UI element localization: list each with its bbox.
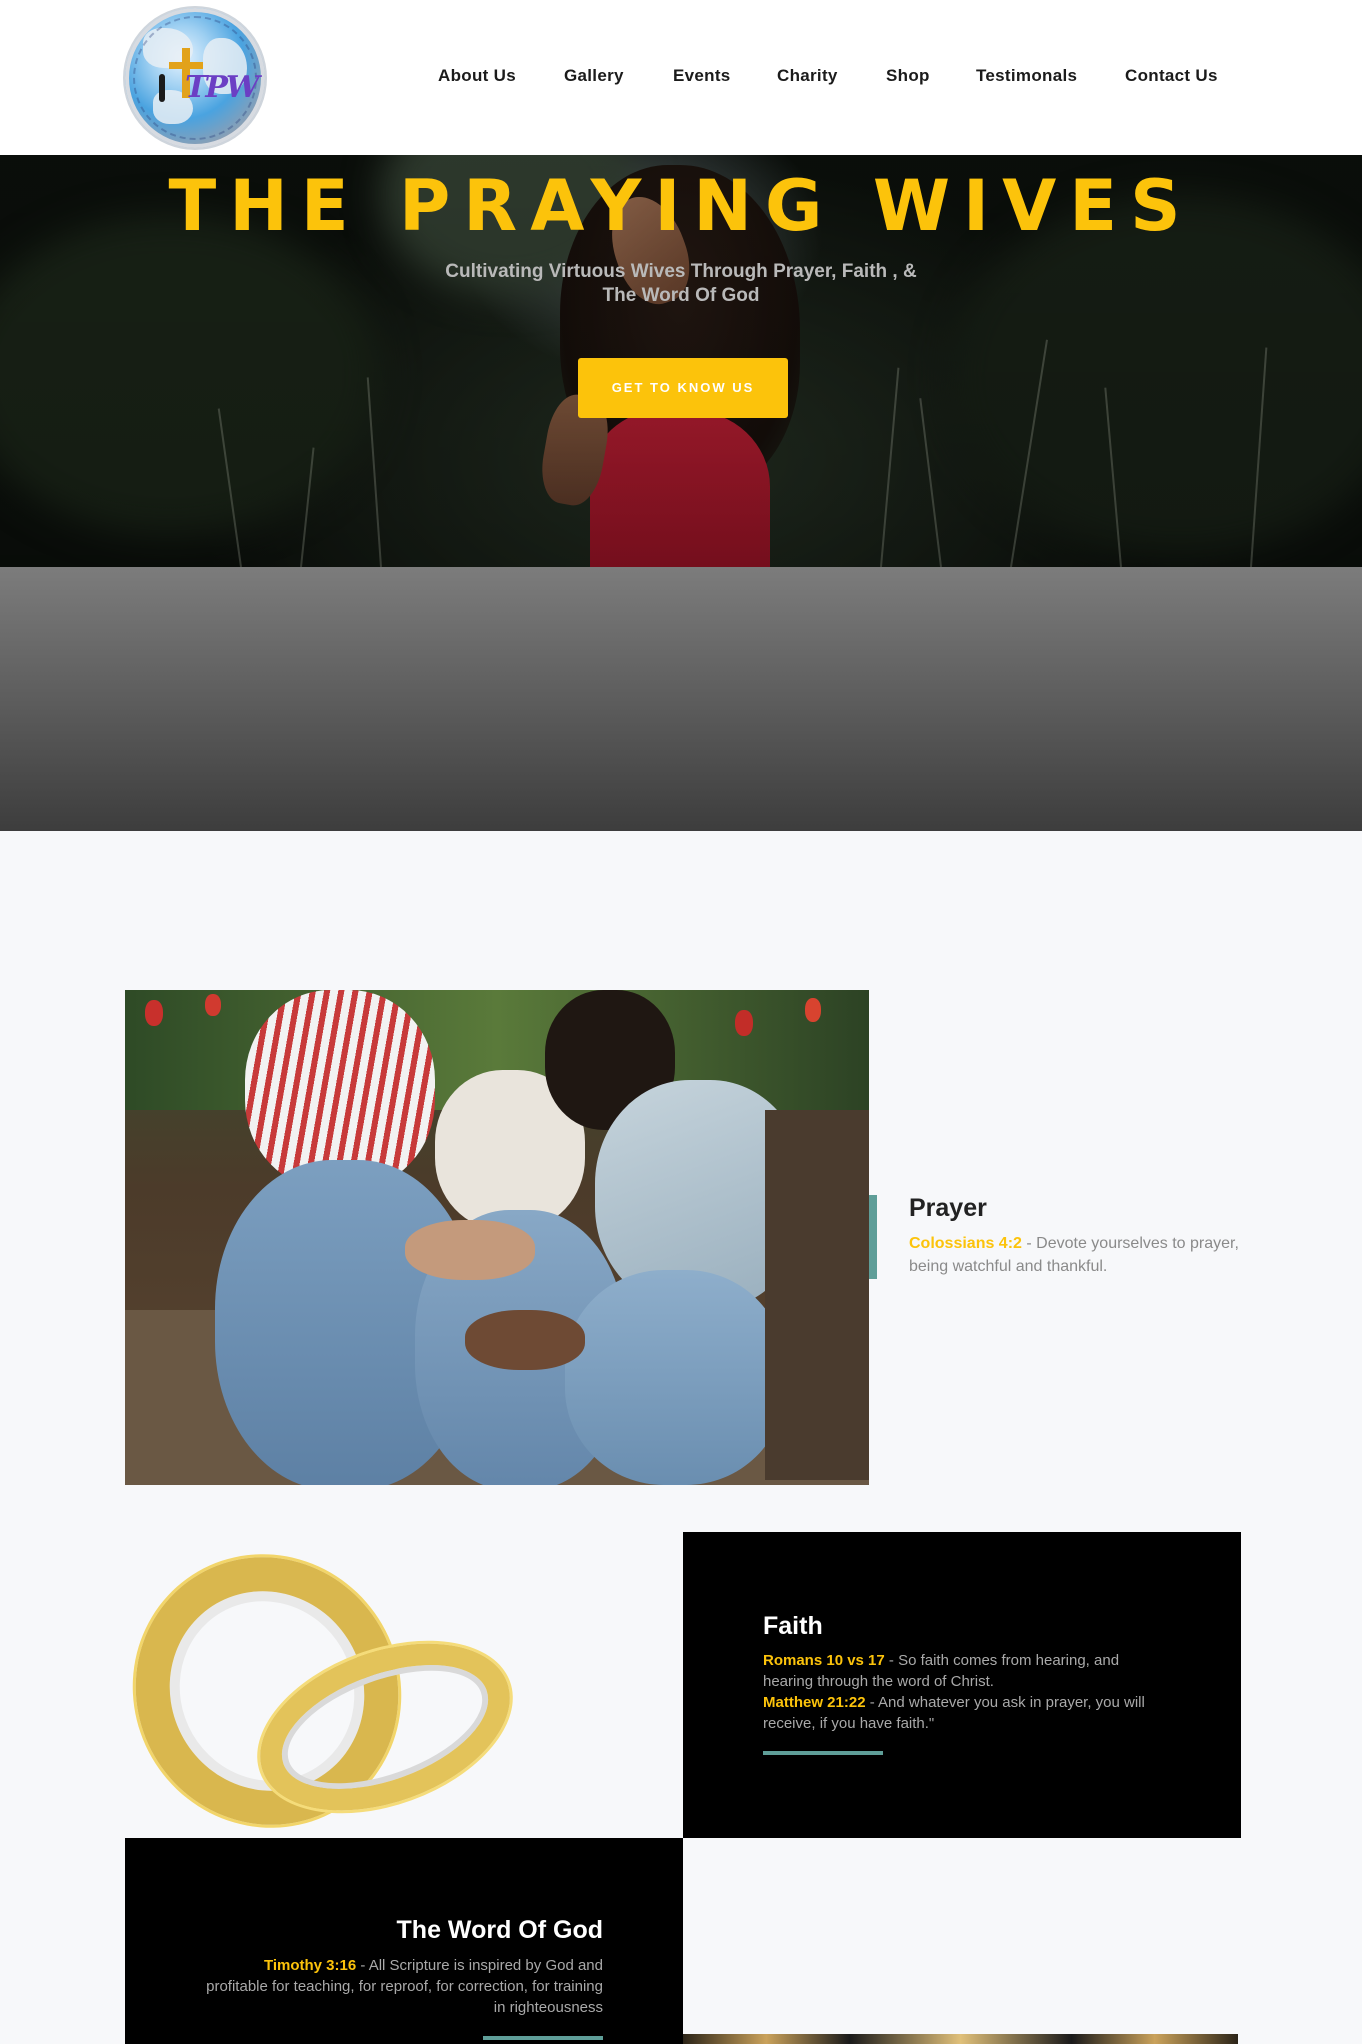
word-verse: Timothy 3:16 - All Scripture is inspired… xyxy=(203,1955,603,2018)
hero-title: THE PRAYING WIVES xyxy=(168,165,1194,247)
faith-accent-line xyxy=(763,1751,883,1755)
nav-events[interactable]: Events xyxy=(673,66,731,86)
faith-title: Faith xyxy=(763,1612,823,1640)
nav-about-us[interactable]: About Us xyxy=(438,66,516,86)
nav-testimonals[interactable]: Testimonals xyxy=(976,66,1077,86)
prayer-title: Prayer xyxy=(909,1194,987,1222)
faith-verse-ref-1: Romans 10 vs 17 xyxy=(763,1652,885,1669)
prayer-verse: Colossians 4:2 - Devote yourselves to pr… xyxy=(909,1232,1239,1278)
nav-shop[interactable]: Shop xyxy=(886,66,930,86)
faith-verses: Romans 10 vs 17 - So faith comes from he… xyxy=(763,1650,1163,1734)
word-of-god-panel: The Word Of God Timothy 3:16 - All Scrip… xyxy=(125,1838,683,2044)
nav-gallery[interactable]: Gallery xyxy=(564,66,624,86)
word-verse-ref: Timothy 3:16 xyxy=(263,1957,357,1974)
grey-divider-band xyxy=(0,567,1362,831)
hero-subtitle: Cultivating Virtuous Wives Through Praye… xyxy=(445,261,917,306)
get-to-know-us-button[interactable]: GET TO KNOW US xyxy=(578,358,788,418)
word-title: The Word Of God xyxy=(396,1916,603,1944)
prayer-accent-bar xyxy=(869,1195,877,1279)
faith-verse-ref-2: Matthew 21:22 xyxy=(763,1694,866,1711)
nav-contact-us[interactable]: Contact Us xyxy=(1125,66,1218,86)
main-nav: About Us Gallery Events Charity Shop Tes… xyxy=(0,66,1362,90)
faith-panel: Faith Romans 10 vs 17 - So faith comes f… xyxy=(683,1532,1241,1838)
site-header: TPW About Us Gallery Events Charity Shop… xyxy=(0,0,1362,155)
bible-image-edge xyxy=(683,2034,1238,2044)
prayer-photo xyxy=(125,990,869,1485)
wedding-rings-image xyxy=(86,1509,683,1873)
word-accent-line xyxy=(483,2036,603,2040)
nav-charity[interactable]: Charity xyxy=(777,66,838,86)
hero-banner: THE PRAYING WIVES Cultivating Virtuous W… xyxy=(0,155,1362,567)
prayer-verse-ref: Colossians 4:2 xyxy=(909,1235,1022,1252)
